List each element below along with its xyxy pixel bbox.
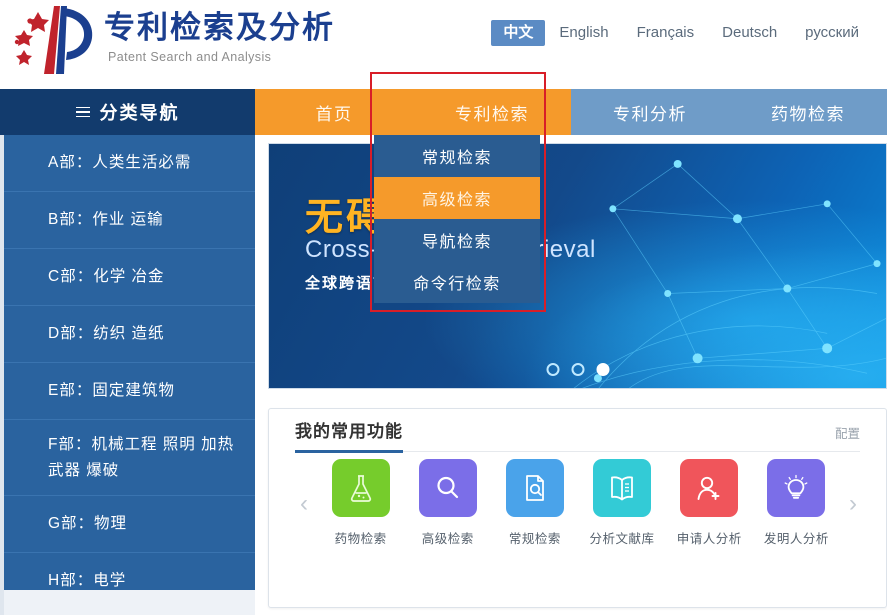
function-label: 药物检索 xyxy=(335,528,387,547)
function-item-inventor-analysis[interactable]: 发明人分析 xyxy=(755,459,837,547)
sidebar-item-h[interactable]: H部：电学 xyxy=(4,553,255,590)
nav-item-patent-search[interactable]: 专利检索 xyxy=(413,89,571,135)
sidebar-item-f-label: F部：机械工程 照明 加热 武器 爆破 xyxy=(48,432,255,484)
sidebar-footer-spacer xyxy=(0,590,255,615)
classification-sidebar: A部：人类生活必需 B部：作业 运输 C部：化学 冶金 D部：纺织 造纸 E部：… xyxy=(0,135,255,590)
sidebar-item-b[interactable]: B部：作业 运输 xyxy=(4,192,255,249)
function-list: 药物检索 高级检索 xyxy=(317,459,840,547)
panel-header: 我的常用功能 配置 xyxy=(269,409,886,453)
nav-item-drug-search[interactable]: 药物检索 xyxy=(729,89,887,135)
panel-title: 我的常用功能 xyxy=(295,417,403,442)
sidebar-item-f[interactable]: F部：机械工程 照明 加热 武器 爆破 xyxy=(4,420,255,496)
function-label: 发明人分析 xyxy=(764,528,829,547)
main-navbar: 分类导航 首页 专利检索 专利分析 药物检索 xyxy=(0,89,887,135)
chevron-right-icon[interactable]: › xyxy=(840,459,866,549)
function-item-literature-db[interactable]: 分析文献库 xyxy=(581,459,663,547)
function-item-applicant-analysis[interactable]: 申请人分析 xyxy=(668,459,750,547)
site-logo[interactable] xyxy=(8,4,100,78)
nav-item-home[interactable]: 首页 xyxy=(255,89,413,135)
sidebar-item-d[interactable]: D部：纺织 造纸 xyxy=(4,306,255,363)
function-label: 申请人分析 xyxy=(677,528,742,547)
function-label: 分析文献库 xyxy=(590,528,655,547)
function-item-drug-search[interactable]: 药物检索 xyxy=(320,459,402,547)
patent-logo-p-star-icon xyxy=(8,4,100,78)
lightbulb-icon xyxy=(767,459,825,517)
language-switcher: 中文 English Français Deutsch русский xyxy=(491,20,873,46)
user-add-icon xyxy=(680,459,738,517)
function-carousel: ‹ 药物检索 xyxy=(269,459,887,549)
nav-item-patent-analysis[interactable]: 专利分析 xyxy=(571,89,729,135)
page-root: 专利检索及分析 Patent Search and Analysis 中文 En… xyxy=(0,0,887,615)
magnifier-icon xyxy=(419,459,477,517)
document-search-icon xyxy=(506,459,564,517)
site-subtitle: Patent Search and Analysis xyxy=(108,50,271,64)
lang-de[interactable]: Deutsch xyxy=(708,20,791,46)
carousel-dot-1[interactable] xyxy=(546,363,559,376)
sidebar-item-e[interactable]: E部：固定建筑物 xyxy=(4,363,255,420)
panel-title-underline xyxy=(295,450,403,453)
network-graphic xyxy=(269,144,886,389)
patent-search-dropdown: 常规检索 高级检索 导航检索 命令行检索 xyxy=(374,135,540,303)
function-label: 高级检索 xyxy=(422,528,474,547)
dropdown-item-navigation-search[interactable]: 导航检索 xyxy=(374,219,540,261)
dropdown-item-regular-search[interactable]: 常规检索 xyxy=(374,135,540,177)
dropdown-item-commandline-search[interactable]: 命令行检索 xyxy=(374,261,540,303)
category-nav-label: 分类导航 xyxy=(100,99,180,125)
panel-config-link[interactable]: 配置 xyxy=(835,423,860,442)
hamburger-icon xyxy=(76,107,90,118)
my-functions-panel: 我的常用功能 配置 ‹ 药物检索 xyxy=(268,408,887,608)
sidebar-item-g[interactable]: G部：物理 xyxy=(4,496,255,553)
carousel-dot-2[interactable] xyxy=(571,363,584,376)
lang-en[interactable]: English xyxy=(545,20,622,46)
sidebar-item-c[interactable]: C部：化学 冶金 xyxy=(4,249,255,306)
nav-item-list: 首页 专利检索 专利分析 药物检索 xyxy=(255,89,887,135)
hero-banner[interactable]: 无碍翻译 Cross-Language Retrieval 全球跨语言检索 xyxy=(268,143,887,389)
lang-fr[interactable]: Français xyxy=(623,20,709,46)
site-header: 专利检索及分析 Patent Search and Analysis 中文 En… xyxy=(0,0,887,88)
sidebar-item-a[interactable]: A部：人类生活必需 xyxy=(4,135,255,192)
category-nav-button[interactable]: 分类导航 xyxy=(0,89,255,135)
dropdown-item-advanced-search[interactable]: 高级检索 xyxy=(374,177,540,219)
function-item-advanced-search[interactable]: 高级检索 xyxy=(407,459,489,547)
lang-zh[interactable]: 中文 xyxy=(491,20,545,46)
carousel-dots xyxy=(546,363,609,376)
flask-icon xyxy=(332,459,390,517)
site-title: 专利检索及分析 xyxy=(104,8,335,48)
lang-ru[interactable]: русский xyxy=(791,20,873,46)
carousel-dot-3[interactable] xyxy=(596,363,609,376)
chevron-left-icon[interactable]: ‹ xyxy=(291,459,317,549)
open-book-icon xyxy=(593,459,651,517)
function-item-regular-search[interactable]: 常规检索 xyxy=(494,459,576,547)
function-label: 常规检索 xyxy=(509,528,561,547)
